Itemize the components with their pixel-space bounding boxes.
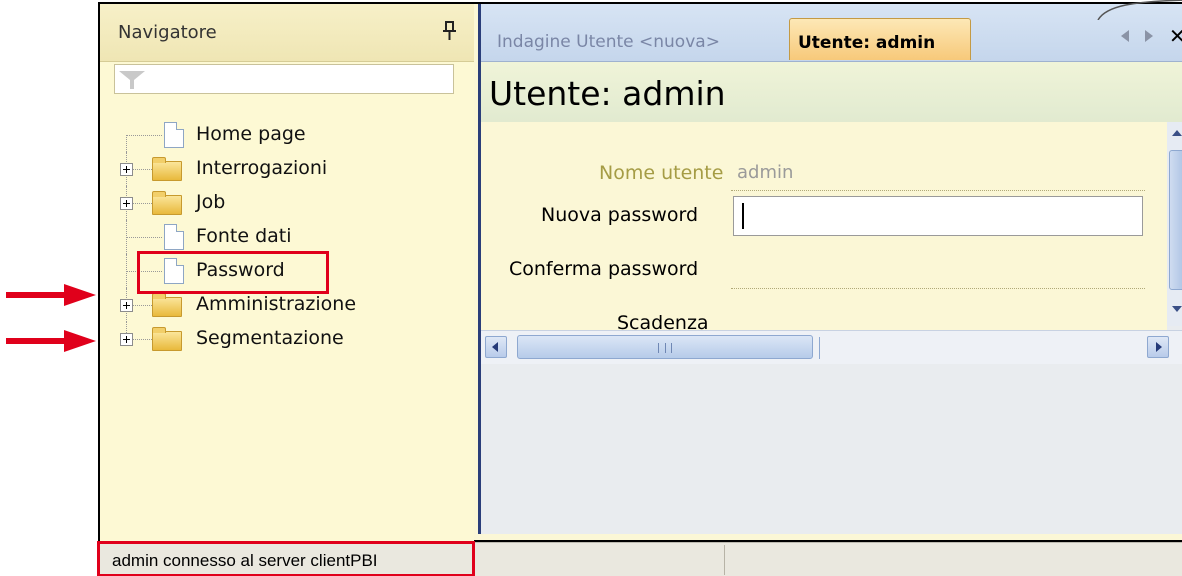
scroll-down-icon[interactable] bbox=[1172, 306, 1182, 312]
confirm-password-label: Conferma password bbox=[509, 258, 699, 280]
scroll-track-divider bbox=[819, 337, 820, 359]
tree-item-label: Interrogazioni bbox=[196, 157, 328, 179]
document-icon bbox=[164, 224, 184, 250]
username-label: Nome utente bbox=[599, 162, 724, 184]
expand-plus-icon[interactable] bbox=[120, 333, 133, 346]
document-header: Utente: admin bbox=[481, 62, 1182, 122]
tree-item-label: Fonte dati bbox=[196, 225, 292, 247]
tab-bar: Indagine Utente <nuova> Utente: admin ✕ bbox=[481, 4, 1182, 62]
decorative-curve bbox=[1097, 0, 1182, 20]
tree-item-home-page[interactable]: Home page bbox=[100, 118, 474, 152]
expand-plus-icon[interactable] bbox=[120, 299, 133, 312]
folder-icon bbox=[152, 293, 182, 317]
horizontal-scrollbar[interactable] bbox=[481, 330, 1182, 364]
new-password-label: Nuova password bbox=[541, 204, 699, 226]
tree-item-segmentazione[interactable]: Segmentazione bbox=[100, 322, 474, 356]
expand-plus-icon[interactable] bbox=[120, 197, 133, 210]
tree-item-interrogazioni[interactable]: Interrogazioni bbox=[100, 152, 474, 186]
red-arrow-icon bbox=[6, 330, 96, 352]
document-icon bbox=[164, 122, 184, 148]
filter-icon bbox=[119, 71, 145, 89]
tree-item-label: Segmentazione bbox=[196, 327, 344, 349]
vertical-scroll-thumb[interactable] bbox=[1169, 150, 1182, 290]
document-title: Utente: admin bbox=[489, 74, 726, 113]
tab-scroll-left-icon[interactable] bbox=[1121, 30, 1129, 42]
confirm-password-field[interactable] bbox=[731, 288, 1145, 289]
tree-connector bbox=[126, 135, 162, 136]
tree-item-label: Home page bbox=[196, 123, 306, 145]
user-form: Nome utente admin Nuova password Conferm… bbox=[481, 122, 1167, 338]
tab-indagine-utente[interactable]: Indagine Utente <nuova> bbox=[489, 18, 728, 60]
document-panel: Indagine Utente <nuova> Utente: admin ✕ … bbox=[478, 4, 1182, 534]
tab-scroll-right-icon[interactable] bbox=[1145, 30, 1153, 42]
filter-input[interactable] bbox=[151, 68, 447, 90]
red-arrow-icon bbox=[6, 284, 96, 306]
grip-icon bbox=[658, 343, 672, 353]
navigator-header: Navigatore bbox=[100, 4, 474, 62]
new-password-field[interactable] bbox=[733, 196, 1143, 236]
text-caret bbox=[742, 203, 744, 229]
screenshot-stage: Navigatore Home page Interrogazioni Job … bbox=[0, 0, 1182, 576]
expand-plus-icon[interactable] bbox=[120, 163, 133, 176]
username-underline bbox=[731, 190, 1145, 191]
vertical-scrollbar[interactable] bbox=[1167, 122, 1182, 326]
status-divider bbox=[724, 545, 725, 575]
scroll-up-icon[interactable] bbox=[1172, 130, 1182, 136]
horizontal-scroll-thumb[interactable] bbox=[517, 335, 813, 359]
password-highlight-box bbox=[137, 251, 329, 294]
close-tab-icon[interactable]: ✕ bbox=[1169, 24, 1182, 48]
tree-connector bbox=[126, 135, 127, 152]
tree-item-fonte-dati[interactable]: Fonte dati bbox=[100, 220, 474, 254]
tree-connector bbox=[126, 237, 162, 238]
navigator-title: Navigatore bbox=[118, 22, 217, 43]
tree-item-label: Amministrazione bbox=[196, 293, 357, 315]
tab-utente-admin[interactable]: Utente: admin bbox=[789, 18, 971, 60]
scroll-left-icon[interactable] bbox=[485, 336, 507, 358]
status-highlight-box bbox=[97, 541, 475, 576]
tree-item-label: Job bbox=[196, 191, 226, 213]
pin-icon[interactable] bbox=[442, 20, 458, 42]
username-value: admin bbox=[737, 162, 794, 183]
folder-icon bbox=[152, 191, 182, 215]
folder-icon bbox=[152, 157, 182, 181]
tree-item-job[interactable]: Job bbox=[100, 186, 474, 220]
navigator-filter[interactable] bbox=[114, 64, 454, 94]
scroll-right-icon[interactable] bbox=[1147, 336, 1169, 358]
folder-icon bbox=[152, 327, 182, 351]
